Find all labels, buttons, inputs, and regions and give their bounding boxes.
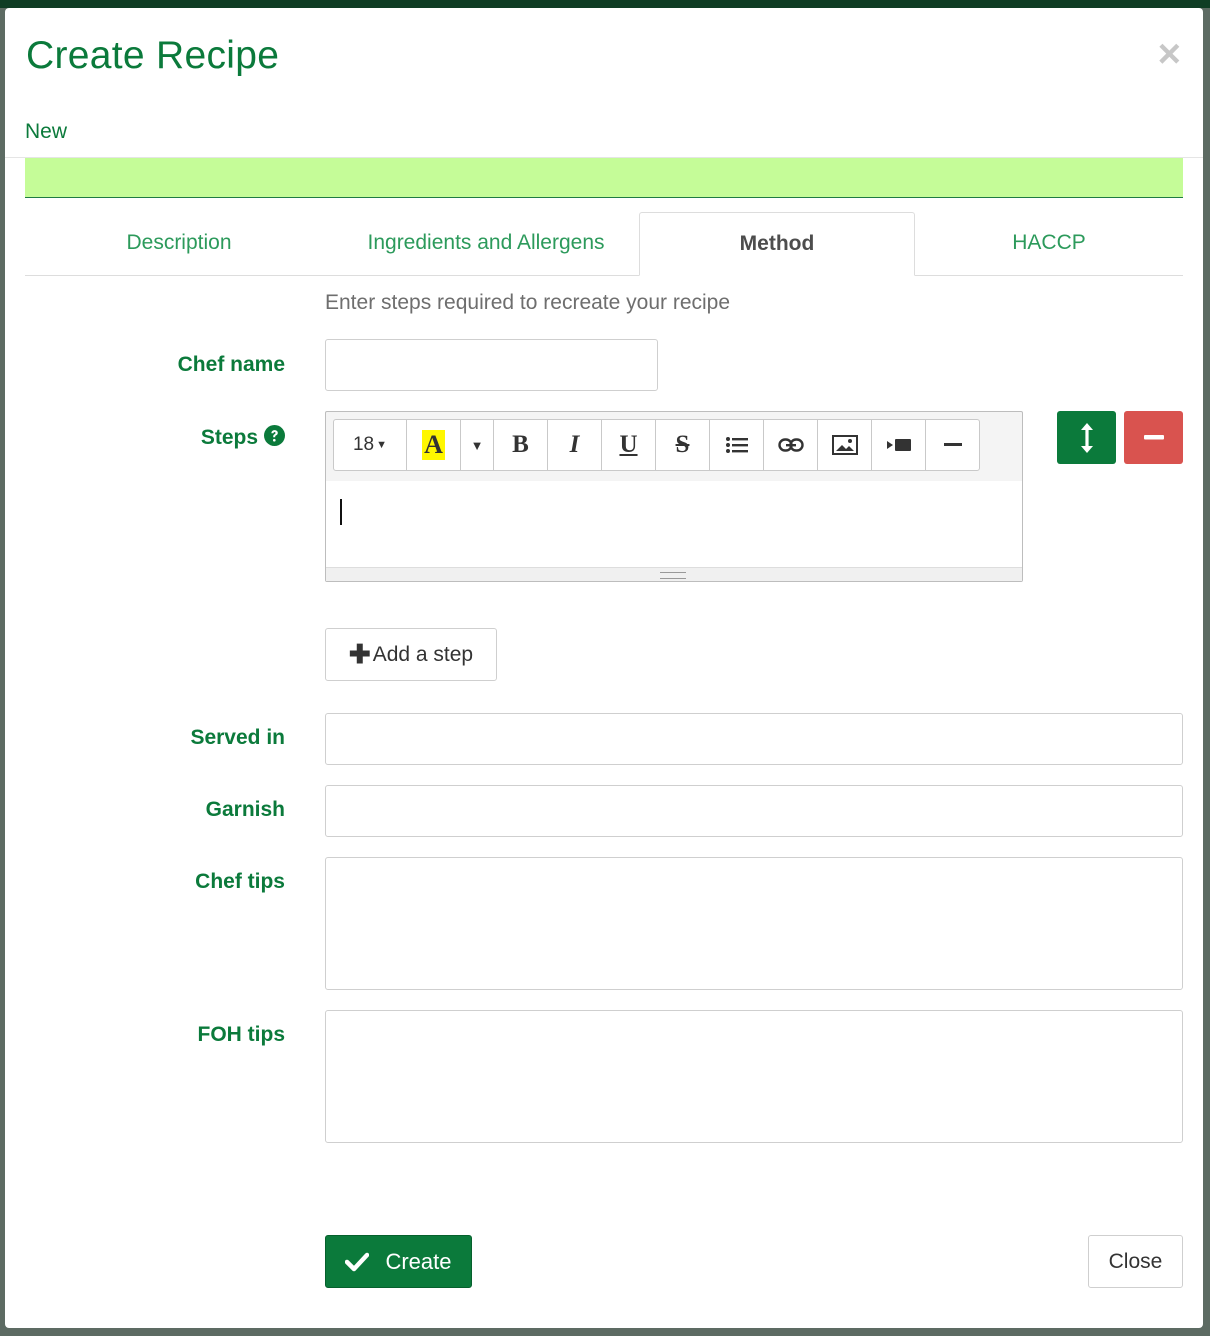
- video-icon: [886, 439, 911, 451]
- bold-button[interactable]: B: [493, 419, 548, 471]
- arrows-vertical-icon: [1080, 422, 1093, 453]
- horizontal-rule-button[interactable]: [925, 419, 980, 471]
- foh-tips-label: FOH tips: [197, 1023, 286, 1046]
- tab-ingredients-and-allergens[interactable]: Ingredients and Allergens: [333, 212, 639, 274]
- italic-icon: I: [569, 431, 580, 458]
- garnish-label: Garnish: [205, 798, 285, 821]
- garnish-input[interactable]: [325, 785, 1183, 837]
- editor-toolbar: 18 ▼ A ▼ B I U S: [333, 419, 980, 471]
- modal-title: Create Recipe: [26, 34, 280, 77]
- link-button[interactable]: [763, 419, 818, 471]
- tab-method[interactable]: Method: [639, 212, 915, 276]
- insert-image-button[interactable]: [817, 419, 872, 471]
- editor-resize-handle[interactable]: [326, 567, 1022, 581]
- close-button[interactable]: Close: [1088, 1235, 1183, 1288]
- chef-name-label: Chef name: [177, 353, 285, 376]
- highlight-color-dropdown[interactable]: ▼: [460, 419, 494, 471]
- italic-button[interactable]: I: [547, 419, 602, 471]
- close-icon[interactable]: ×: [1158, 34, 1181, 74]
- tab-bar: Description Ingredients and Allergens Me…: [25, 212, 1183, 276]
- grip-icon: [660, 572, 686, 579]
- tab-description[interactable]: Description: [25, 212, 333, 274]
- foh-tips-textarea[interactable]: [325, 1010, 1183, 1143]
- tab-haccp[interactable]: HACCP: [915, 212, 1183, 274]
- served-in-label: Served in: [190, 726, 285, 749]
- underline-button[interactable]: U: [601, 419, 656, 471]
- bullet-list-button[interactable]: [709, 419, 764, 471]
- page-backdrop: [0, 0, 1210, 8]
- create-recipe-modal: Create Recipe × New Description Ingredie…: [5, 8, 1203, 1328]
- list-icon: [725, 437, 748, 453]
- minus-icon: [943, 443, 962, 446]
- plus-icon: ✚: [348, 639, 371, 669]
- steps-editor-content[interactable]: [326, 481, 1022, 567]
- method-hint: Enter steps required to recreate your re…: [325, 291, 731, 314]
- chef-tips-label: Chef tips: [195, 870, 285, 893]
- underline-icon: U: [619, 431, 638, 458]
- steps-label-text: Steps: [200, 426, 258, 449]
- text-cursor: [340, 499, 342, 525]
- font-size-value: 18: [352, 434, 375, 455]
- modal-subtitle: New: [25, 120, 68, 143]
- bold-icon: B: [512, 431, 529, 458]
- chef-tips-textarea[interactable]: [325, 857, 1183, 990]
- steps-rich-text-editor: 18 ▼ A ▼ B I U S: [325, 411, 1023, 582]
- status-bar: [25, 158, 1183, 198]
- insert-video-button[interactable]: [871, 419, 926, 471]
- strikethrough-button[interactable]: S: [655, 419, 710, 471]
- served-in-input[interactable]: [325, 713, 1183, 765]
- highlight-icon: A: [422, 430, 445, 460]
- strikethrough-icon: S: [675, 431, 690, 458]
- create-button[interactable]: Create: [325, 1235, 472, 1288]
- chef-name-input[interactable]: [325, 339, 658, 391]
- check-icon: [345, 1252, 370, 1272]
- add-step-button[interactable]: ✚ Add a step: [325, 628, 497, 681]
- link-icon: [777, 438, 804, 452]
- steps-label: Steps: [201, 425, 285, 452]
- caret-down-icon: ▼: [376, 439, 388, 451]
- question-circle-icon[interactable]: [264, 425, 285, 452]
- minus-icon: [1143, 435, 1164, 440]
- add-step-label: Add a step: [372, 642, 474, 666]
- image-icon: [831, 435, 858, 455]
- reorder-step-button[interactable]: [1057, 411, 1116, 464]
- font-size-dropdown[interactable]: 18 ▼: [333, 419, 407, 471]
- caret-down-icon: ▼: [470, 437, 484, 453]
- highlight-color-button[interactable]: A: [406, 419, 461, 471]
- remove-step-button[interactable]: [1124, 411, 1183, 464]
- create-button-label: Create: [385, 1248, 452, 1274]
